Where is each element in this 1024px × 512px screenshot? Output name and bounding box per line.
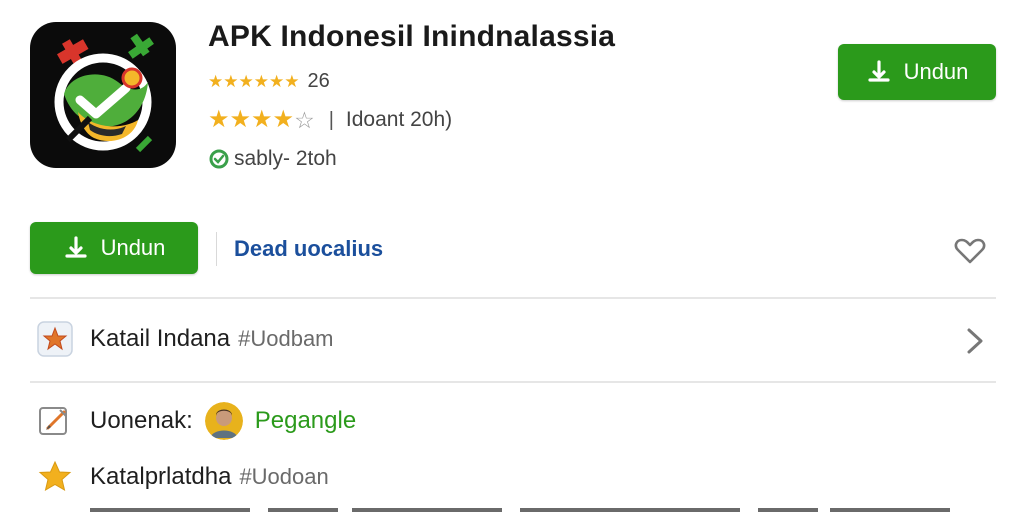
download-icon bbox=[64, 236, 87, 258]
download-button-main[interactable]: Undun bbox=[30, 222, 198, 274]
star-badge-icon bbox=[37, 321, 73, 357]
download-icon bbox=[867, 60, 890, 82]
rating-text: Idoant 20h) bbox=[345, 108, 453, 131]
safety-text: sably- 2toh bbox=[234, 147, 337, 170]
edit-icon bbox=[39, 407, 67, 435]
list-item-secondary-category[interactable]: Katalprlatdha #Uodoan bbox=[36, 458, 329, 496]
download-button-main-label: Undun bbox=[100, 235, 166, 260]
category-sub: #Uodbam bbox=[238, 326, 334, 351]
divider bbox=[30, 381, 996, 383]
rating-summary-small: ★★★★★★ 26 bbox=[208, 70, 330, 93]
divider bbox=[30, 297, 996, 299]
chevron-right-icon[interactable] bbox=[962, 322, 988, 360]
safety-row: sably- 2toh bbox=[208, 147, 337, 171]
app-logo-icon bbox=[30, 22, 176, 168]
rating-count: 26 bbox=[307, 70, 330, 92]
star-filled-icon: ★ bbox=[272, 106, 295, 133]
developer-avatar bbox=[204, 402, 243, 440]
developer-row: Uonenak: Pegangle bbox=[36, 402, 356, 440]
app-title: APK Indonesil Inindnalassia bbox=[208, 20, 616, 53]
safety-check-icon bbox=[209, 149, 229, 169]
rating-summary: ★ ★ ★ ★ ☆ | Idoant 20h) bbox=[208, 106, 453, 133]
list-item-category[interactable]: Katail Indana #Uodbam bbox=[36, 320, 334, 358]
star-filled-icon: ★ bbox=[251, 106, 273, 133]
developer-label: Uonenak: bbox=[90, 407, 193, 434]
category-label: Katail Indana bbox=[90, 325, 231, 352]
truncated-text-line bbox=[90, 508, 950, 512]
separator: | bbox=[328, 108, 334, 131]
vertical-divider bbox=[216, 232, 217, 266]
secondary-category-sub: #Uodoan bbox=[239, 464, 329, 489]
star-filled-icon: ★ bbox=[229, 106, 252, 133]
heart-icon[interactable] bbox=[954, 237, 986, 265]
secondary-category-label: Katalprlatdha bbox=[90, 463, 232, 490]
star-empty-icon: ☆ bbox=[294, 107, 315, 133]
star-icon bbox=[38, 460, 72, 492]
small-stars: ★★★★★★ bbox=[208, 71, 300, 91]
rating-stars: ★ ★ ★ ★ ☆ bbox=[208, 106, 315, 133]
download-button-top[interactable]: Undun bbox=[838, 44, 996, 100]
star-filled-icon: ★ bbox=[208, 106, 230, 133]
download-button-top-label: Undun bbox=[903, 59, 969, 84]
developer-name[interactable]: Pegangle bbox=[255, 407, 356, 435]
secondary-link[interactable]: Dead uocalius bbox=[234, 236, 383, 262]
